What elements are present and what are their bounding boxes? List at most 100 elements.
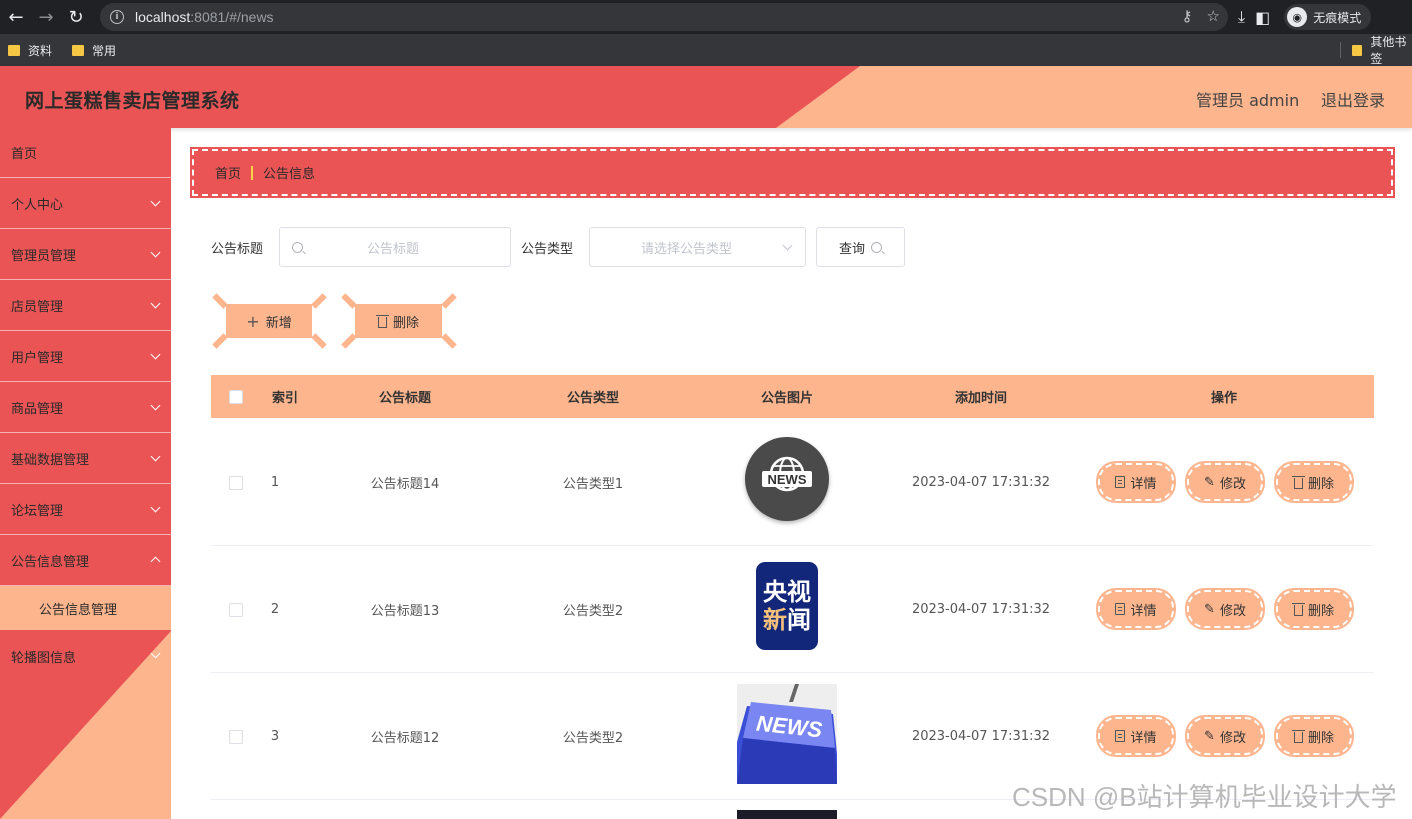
table-header: 索引 公告标题 公告类型 公告图片 添加时间 操作	[211, 375, 1374, 418]
row-checkbox[interactable]	[229, 475, 243, 490]
select-all-checkbox[interactable]	[229, 389, 243, 404]
sidebar: 首页 个人中心 管理员管理 店员管理 用户管理 商品管理 基础数据管理 论坛管理…	[0, 128, 171, 819]
cell-title: 公告标题12	[370, 731, 440, 746]
detail-button[interactable]: 详情	[1096, 715, 1176, 757]
sidepanel-icon[interactable]: ◧	[1255, 8, 1270, 27]
row-checkbox[interactable]	[229, 729, 243, 744]
sidebar-item-staff[interactable]: 店员管理	[0, 281, 171, 331]
cell-title: 公告标题14	[370, 477, 440, 492]
table-row: 1 公告标题14 公告类型1 NEWS 2023-04-07 17:31:32 …	[211, 419, 1374, 546]
cell-index: 3	[270, 729, 280, 744]
sidebar-item-users[interactable]: 用户管理	[0, 332, 171, 382]
folder-icon	[72, 44, 85, 56]
breadcrumb-separator	[251, 165, 254, 180]
cell-type: 公告类型2	[562, 604, 624, 619]
notice-image[interactable]: NEWS	[745, 437, 829, 521]
notice-image-partial	[737, 810, 837, 819]
trash-icon	[1291, 475, 1305, 489]
breadcrumb: 首页 公告信息	[190, 147, 1395, 198]
watermark: CSDN @B站计算机毕业设计大学	[1012, 782, 1397, 812]
cell-index: 1	[270, 475, 280, 490]
add-button[interactable]: + 新增	[226, 304, 312, 338]
trash-icon	[1291, 729, 1305, 743]
address-bar[interactable]: i localhost:8081/#/news ⚷ ☆	[100, 3, 1228, 31]
reload-icon[interactable]: ↻	[62, 3, 90, 31]
news-key-icon: NEWS	[737, 684, 837, 784]
key-icon[interactable]: ⚷	[1182, 7, 1193, 25]
edit-button[interactable]: ✎ 修改	[1185, 461, 1265, 503]
detail-button[interactable]: 详情	[1096, 461, 1176, 503]
query-button[interactable]: 查询	[816, 227, 905, 267]
app-header: 网上蛋糕售卖店管理系统 管理员 admin 退出登录	[0, 66, 1412, 128]
search-type-label: 公告类型	[521, 242, 574, 257]
incognito-icon: ◉	[1287, 7, 1308, 27]
star-icon[interactable]: ☆	[1207, 7, 1220, 25]
sidebar-subitem-notices[interactable]: 公告信息管理	[0, 586, 171, 630]
document-icon	[1115, 730, 1126, 742]
other-bookmarks[interactable]: 其他书签	[1352, 34, 1412, 66]
cell-title: 公告标题13	[370, 604, 440, 619]
column-header[interactable]: 索引	[261, 375, 309, 418]
edit-icon: ✎	[1204, 474, 1215, 490]
search-icon	[871, 241, 882, 253]
chevron-down-icon	[150, 648, 161, 659]
detail-button[interactable]: 详情	[1096, 588, 1176, 630]
cell-index: 2	[270, 602, 280, 617]
document-icon	[1115, 476, 1126, 488]
delete-button[interactable]: 删除	[1274, 461, 1354, 503]
logout-link[interactable]: 退出登录	[1321, 87, 1385, 111]
site-info-icon[interactable]: i	[110, 10, 124, 24]
back-arrow-icon[interactable]: ←	[2, 3, 30, 31]
edit-icon: ✎	[1204, 601, 1215, 617]
sidebar-item-home[interactable]: 首页	[0, 128, 171, 178]
sidebar-item-notices[interactable]: 公告信息管理	[0, 536, 171, 586]
batch-delete-button[interactable]: 删除	[355, 304, 442, 338]
search-title-label: 公告标题	[211, 242, 264, 257]
title-search-input[interactable]: 公告标题	[279, 227, 511, 267]
globe-news-icon: NEWS	[762, 456, 812, 492]
column-header[interactable]: 公告标题	[335, 375, 475, 418]
type-select[interactable]: 请选择公告类型	[589, 227, 806, 267]
chevron-down-icon	[150, 400, 161, 411]
search-icon	[292, 241, 303, 253]
incognito-badge[interactable]: ◉ 无痕模式	[1284, 4, 1372, 30]
svg-text:NEWS: NEWS	[768, 472, 807, 487]
column-header: 公告图片	[760, 391, 813, 406]
bookmark-folder[interactable]: 常用	[72, 42, 116, 59]
plus-icon: +	[246, 311, 260, 331]
edit-button[interactable]: ✎ 修改	[1185, 715, 1265, 757]
delete-button[interactable]: 删除	[1274, 588, 1354, 630]
notice-image[interactable]: NEWS	[737, 684, 837, 784]
sidebar-item-basedata[interactable]: 基础数据管理	[0, 434, 171, 484]
table-row: 2 公告标题13 公告类型2 央视 新闻 2023-04-07 17:31:32…	[211, 546, 1374, 673]
edit-icon: ✎	[1204, 728, 1215, 744]
column-header[interactable]: 添加时间	[911, 375, 1051, 418]
trash-icon	[1291, 602, 1305, 616]
cell-type: 公告类型2	[562, 731, 624, 746]
chevron-down-icon	[150, 247, 161, 258]
edit-button[interactable]: ✎ 修改	[1185, 588, 1265, 630]
cell-time: 2023-04-07 17:31:32	[911, 602, 1051, 617]
delete-button[interactable]: 删除	[1274, 715, 1354, 757]
chevron-up-icon	[150, 556, 161, 567]
download-icon[interactable]: ⤓	[1238, 7, 1245, 27]
chevron-down-icon	[150, 502, 161, 513]
folder-icon	[8, 44, 20, 56]
chevron-down-icon	[150, 349, 161, 360]
bookmark-folder[interactable]: 资料	[8, 42, 52, 59]
column-header[interactable]: 公告类型	[523, 375, 663, 418]
sidebar-item-forum[interactable]: 论坛管理	[0, 485, 171, 535]
breadcrumb-home[interactable]: 首页	[215, 163, 241, 182]
sidebar-item-carousel[interactable]: 轮播图信息	[0, 631, 171, 681]
sidebar-item-admins[interactable]: 管理员管理	[0, 230, 171, 280]
notice-image[interactable]: 央视 新闻	[756, 562, 818, 650]
forward-arrow-icon[interactable]: →	[32, 3, 60, 31]
url-text: localhost:8081/#/news	[135, 9, 274, 25]
app-title: 网上蛋糕售卖店管理系统	[25, 90, 240, 112]
sidebar-item-products[interactable]: 商品管理	[0, 383, 171, 433]
sidebar-item-profile[interactable]: 个人中心	[0, 179, 171, 229]
chevron-down-icon	[150, 196, 161, 207]
row-checkbox[interactable]	[229, 602, 243, 617]
current-user: 管理员 admin	[1196, 91, 1300, 110]
cell-time: 2023-04-07 17:31:32	[911, 475, 1051, 490]
